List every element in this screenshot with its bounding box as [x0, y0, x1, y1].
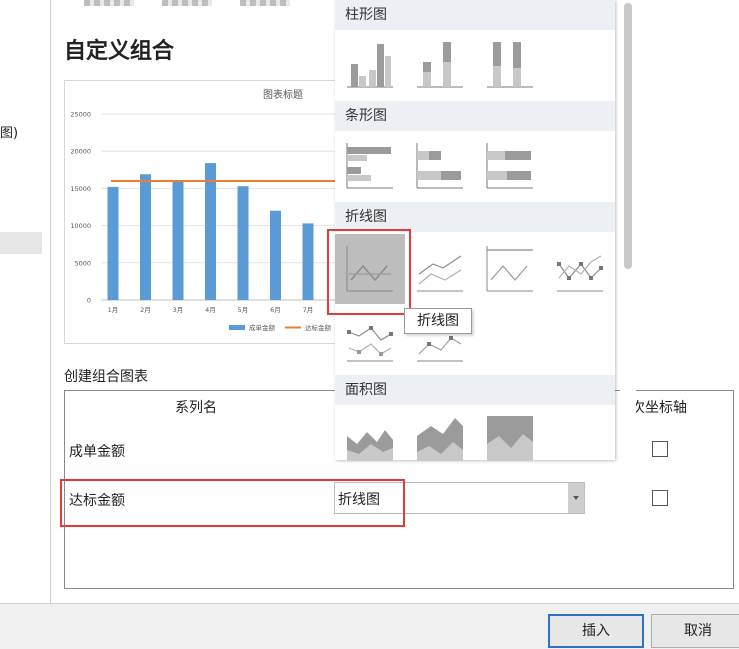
clustered-column-thumbnail[interactable]: [345, 40, 395, 88]
legend-swatch-bar: [229, 325, 245, 330]
clustered-bar-thumbnail[interactable]: [345, 141, 395, 189]
highlight-box: [327, 229, 411, 315]
bar: [302, 223, 314, 300]
line-with-markers-thumbnail[interactable]: [555, 244, 605, 292]
x-tick-label: 4月: [205, 306, 216, 314]
y-tick-label: 10000: [70, 222, 91, 230]
stacked-line-markers-thumbnail[interactable]: [345, 314, 395, 362]
x-tick-label: 3月: [173, 306, 184, 314]
secondary-axis-checkbox[interactable]: [652, 441, 668, 457]
bar: [140, 174, 151, 300]
column-header-secondary-axis: 次坐标轴: [631, 400, 687, 416]
dialog-title: 自定义组合: [64, 39, 175, 64]
bar: [270, 210, 281, 300]
y-tick-label: 15000: [70, 185, 91, 193]
sidebar-item-selected[interactable]: [0, 232, 42, 254]
bar: [205, 163, 216, 300]
chart-preview-svg: 图表标题 0 5000 10000 15000 20000 25000 1月 2月 3月 4月 5月…: [70, 88, 355, 332]
chart-category-sidebar: 图): [0, 0, 51, 603]
percent-line-thumbnail[interactable]: [485, 244, 535, 292]
chart-preview: 图表标题 0 5000 10000 15000 20000 25000 1月 2月 3月 4月 5月…: [64, 80, 356, 344]
tooltip: 折线图: [404, 308, 472, 334]
x-tick-label: 5月: [238, 306, 249, 314]
y-tick-label: 25000: [70, 111, 91, 119]
insert-button[interactable]: 插入: [548, 614, 644, 648]
bar: [237, 186, 249, 300]
highlight-box: [60, 479, 405, 527]
chart-type-thumbnail[interactable]: [240, 0, 290, 6]
area-chart-thumbnail[interactable]: [345, 414, 395, 462]
chart-type-thumbnail[interactable]: [162, 0, 212, 6]
chevron-down-icon[interactable]: [568, 483, 584, 513]
stacked-line-thumbnail[interactable]: [415, 244, 465, 292]
percent-area-thumbnail[interactable]: [485, 414, 535, 462]
stacked-bar-thumbnail[interactable]: [415, 141, 465, 189]
x-tick-label: 6月: [270, 306, 281, 314]
chart-title: 图表标题: [263, 88, 303, 101]
x-tick-label: 1月: [108, 306, 119, 314]
x-tick-label: 7月: [303, 306, 314, 314]
gallery-section-column: 柱形图: [335, 0, 615, 30]
y-tick-label: 0: [87, 297, 91, 305]
bar: [172, 180, 184, 300]
bar: [107, 186, 119, 300]
stacked-area-thumbnail[interactable]: [415, 414, 465, 462]
gallery-section-bar: 条形图: [335, 101, 615, 131]
y-tick-label: 5000: [74, 259, 91, 267]
gallery-section-area: 面积图: [335, 375, 615, 405]
percent-bar-thumbnail[interactable]: [485, 141, 535, 189]
y-tick-label: 20000: [70, 148, 91, 156]
cancel-button[interactable]: 取消: [651, 614, 739, 648]
column-header-series-name: 系列名: [175, 400, 217, 416]
stacked-column-thumbnail[interactable]: [415, 40, 465, 88]
secondary-axis-checkbox[interactable]: [652, 490, 668, 506]
sidebar-item-label[interactable]: 图): [0, 122, 18, 141]
legend-label: 成单金额: [249, 323, 276, 332]
series-row-label: 成单金额: [69, 444, 125, 460]
x-tick-label: 2月: [140, 306, 151, 314]
combo-section-label: 创建组合图表: [64, 369, 148, 385]
gallery-scroll-thumb[interactable]: [624, 3, 632, 269]
percent-column-thumbnail[interactable]: [485, 40, 535, 88]
legend-label: 达标金额: [305, 323, 332, 332]
chart-type-thumbnail[interactable]: [84, 0, 134, 6]
gallery-section-line: 折线图: [335, 202, 615, 232]
